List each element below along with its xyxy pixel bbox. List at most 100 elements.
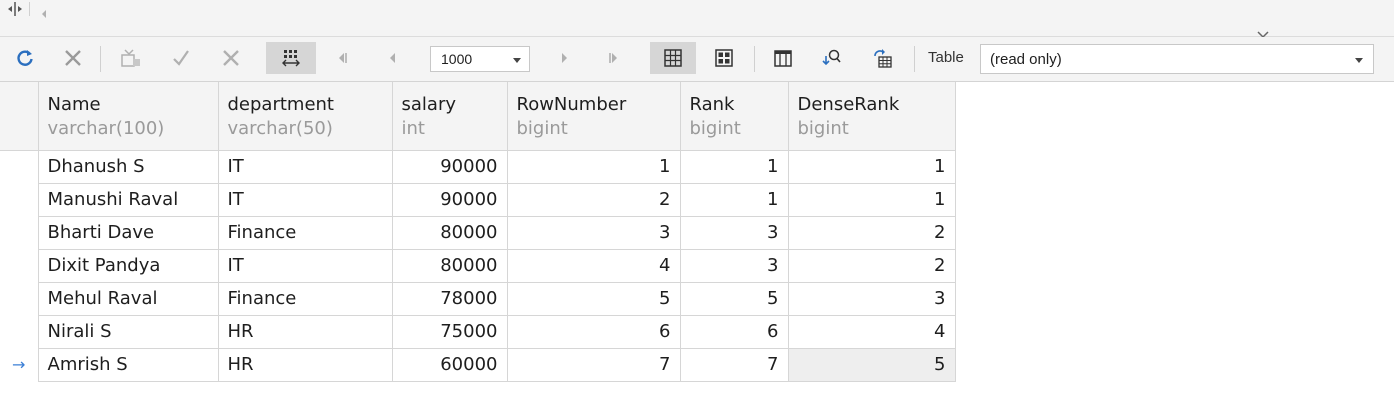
cell-name[interactable]: Amrish S [38, 348, 219, 382]
cell-salary[interactable]: 90000 [392, 150, 508, 184]
row-indicator[interactable] [0, 150, 39, 183]
cell-salary[interactable]: 75000 [392, 315, 508, 349]
cell-rank[interactable]: 3 [680, 249, 789, 283]
table-dropdown-icon [1355, 58, 1363, 63]
cell-name[interactable]: Bharti Dave [38, 216, 219, 250]
cell-name[interactable]: Manushi Raval [38, 183, 219, 217]
cell-rownumber[interactable]: 2 [507, 183, 681, 217]
toolbar-divider [100, 46, 101, 72]
table-row[interactable]: Bharti Dave Finance 80000 3 3 2 [0, 216, 956, 250]
header-row: Name varchar(100) department varchar(50) s… [0, 82, 956, 151]
export-button[interactable] [866, 42, 898, 74]
row-indicator[interactable] [0, 315, 39, 348]
cell-rank[interactable]: 7 [680, 348, 789, 382]
cell-rank[interactable]: 1 [680, 183, 789, 217]
cell-salary[interactable]: 90000 [392, 183, 508, 217]
grid-layout-button[interactable] [266, 42, 316, 74]
results-grid: Name varchar(100) department varchar(50) s… [0, 82, 956, 382]
cell-department[interactable]: HR [218, 315, 393, 349]
splitter-icon[interactable] [6, 0, 24, 18]
table-row[interactable]: Nirali S HR 75000 6 6 4 [0, 315, 956, 349]
cell-rank[interactable]: 3 [680, 216, 789, 250]
cell-department[interactable]: IT [218, 150, 393, 184]
cell-rownumber[interactable]: 3 [507, 216, 681, 250]
cell-rank[interactable]: 5 [680, 282, 789, 316]
column-name: Name [47, 94, 101, 115]
column-header-denserank[interactable]: DenseRank bigint [788, 82, 956, 151]
column-type: int [401, 118, 425, 139]
cell-rownumber[interactable]: 5 [507, 282, 681, 316]
cell-rownumber[interactable]: 1 [507, 150, 681, 184]
page-size-select[interactable]: 1000 [430, 46, 530, 72]
discard-icon [223, 50, 239, 66]
column-header-salary[interactable]: salary int [392, 82, 508, 151]
first-page-icon [339, 53, 347, 63]
card-view-button[interactable] [708, 42, 740, 74]
find-icon [822, 49, 841, 66]
cell-department[interactable]: IT [218, 183, 393, 217]
cell-denserank[interactable]: 4 [788, 315, 956, 349]
cell-department[interactable]: Finance [218, 216, 393, 250]
cell-denserank-focused[interactable]: 5 [788, 348, 956, 382]
cancel-button[interactable] [57, 42, 89, 74]
cell-salary[interactable]: 78000 [392, 282, 508, 316]
column-header-rownumber[interactable]: RowNumber bigint [507, 82, 681, 151]
cell-rownumber[interactable]: 4 [507, 249, 681, 283]
columns-button[interactable] [767, 42, 799, 74]
discard-button[interactable] [215, 42, 247, 74]
table-select[interactable]: (read only) [980, 44, 1374, 74]
cell-rank[interactable]: 1 [680, 150, 789, 184]
last-page-button[interactable] [598, 42, 630, 74]
cell-denserank[interactable]: 2 [788, 216, 956, 250]
cell-rownumber[interactable]: 6 [507, 315, 681, 349]
apply-icon [121, 49, 140, 67]
chevron-down-icon[interactable] [1257, 24, 1269, 39]
cell-name[interactable]: Dhanush S [38, 150, 219, 184]
cell-name[interactable]: Nirali S [38, 315, 219, 349]
find-button[interactable] [816, 42, 848, 74]
cell-name[interactable]: Mehul Raval [38, 282, 219, 316]
cell-salary[interactable]: 60000 [392, 348, 508, 382]
cell-denserank[interactable]: 1 [788, 183, 956, 217]
column-header-department[interactable]: department varchar(50) [218, 82, 393, 151]
previous-page-button[interactable] [376, 42, 408, 74]
next-page-button[interactable] [549, 42, 581, 74]
refresh-button[interactable] [9, 42, 41, 74]
cell-rank[interactable]: 6 [680, 315, 789, 349]
column-type: varchar(50) [227, 118, 333, 139]
table-row-current[interactable]: → Amrish S HR 60000 7 7 5 [0, 348, 956, 382]
cell-salary[interactable]: 80000 [392, 216, 508, 250]
cell-salary[interactable]: 80000 [392, 249, 508, 283]
collapse-left-icon[interactable] [40, 4, 48, 18]
current-row-arrow-icon: → [12, 354, 26, 374]
row-indicator[interactable] [0, 216, 39, 249]
grid-view-button[interactable] [650, 42, 696, 74]
table-row[interactable]: Mehul Raval Finance 78000 5 5 3 [0, 282, 956, 316]
cell-department[interactable]: Finance [218, 282, 393, 316]
apply-changes-button[interactable] [115, 42, 147, 74]
cell-denserank[interactable]: 1 [788, 150, 956, 184]
cell-department[interactable]: IT [218, 249, 393, 283]
column-name: salary [401, 94, 457, 115]
grid-view-icon [664, 49, 682, 67]
cell-denserank[interactable]: 3 [788, 282, 956, 316]
cell-denserank[interactable]: 2 [788, 249, 956, 283]
columns-icon [774, 50, 792, 67]
row-indicator[interactable] [0, 249, 39, 282]
page-size-dropdown-icon [513, 58, 521, 63]
first-page-button[interactable] [326, 42, 358, 74]
cell-department[interactable]: HR [218, 348, 393, 382]
column-header-name[interactable]: Name varchar(100) [38, 82, 219, 151]
table-label: Table [928, 49, 964, 66]
cell-name[interactable]: Dixit Pandya [38, 249, 219, 283]
row-indicator[interactable] [0, 183, 39, 216]
row-indicator[interactable] [0, 282, 39, 315]
card-view-icon [715, 49, 733, 67]
row-indicator[interactable]: → [0, 348, 39, 381]
column-header-rank[interactable]: Rank bigint [680, 82, 789, 151]
table-row[interactable]: Dhanush S IT 90000 1 1 1 [0, 150, 956, 184]
table-row[interactable]: Dixit Pandya IT 80000 4 3 2 [0, 249, 956, 283]
table-row[interactable]: Manushi Raval IT 90000 2 1 1 [0, 183, 956, 217]
cell-rownumber[interactable]: 7 [507, 348, 681, 382]
confirm-button[interactable] [165, 42, 197, 74]
